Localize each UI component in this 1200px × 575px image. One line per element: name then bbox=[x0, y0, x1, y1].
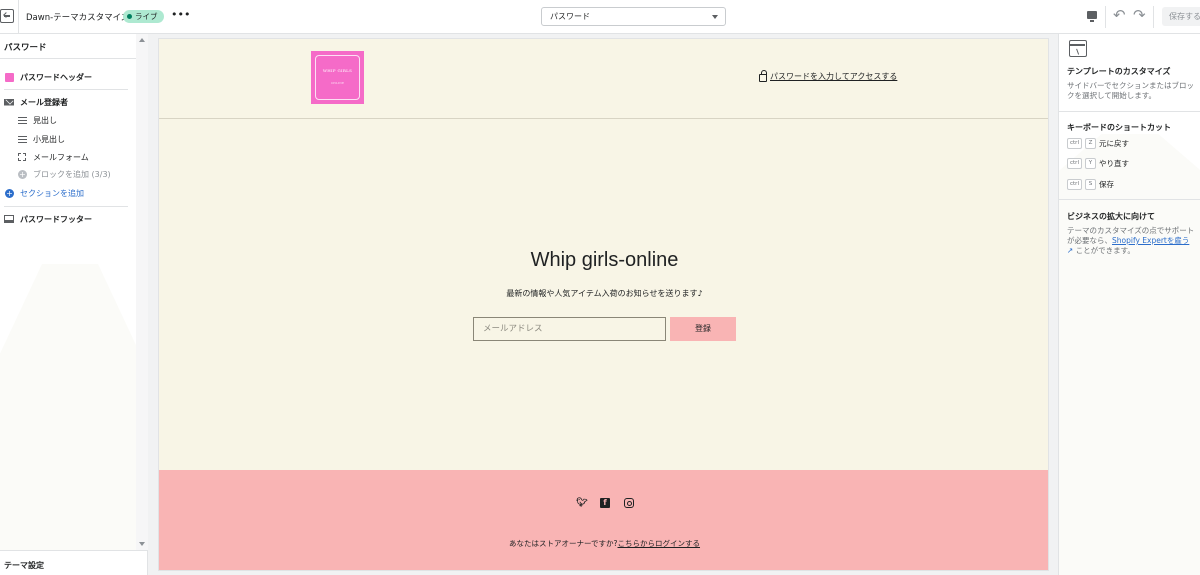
theme-settings-label: テーマ設定 bbox=[4, 561, 44, 570]
grow-desc-text: ことができます。 bbox=[1075, 246, 1135, 255]
password-footer: 🐦︎ f あなたはストアオーナーですか?こちらからログインする bbox=[159, 470, 1048, 570]
logo-text: WHIP GIRLS bbox=[322, 68, 353, 73]
facebook-icon[interactable]: f bbox=[600, 498, 610, 508]
status-badge-label: ライブ bbox=[135, 12, 158, 21]
email-input[interactable]: メールアドレス bbox=[473, 317, 666, 341]
shortcut-save: ctrl S 保存 bbox=[1067, 179, 1114, 190]
add-block-label: ブロックを追加 (3/3) bbox=[33, 169, 111, 179]
owner-login-line: あなたはストアオーナーですか?こちらからログインする bbox=[159, 538, 1048, 549]
top-bar: Dawn-テーマカスタマイズ ライブ ••• パスワード ↶ ↷ 保存する bbox=[0, 0, 1200, 34]
theme-settings-button[interactable]: テーマ設定 bbox=[0, 550, 147, 575]
sidebar-item-label: パスワードフッター bbox=[20, 214, 92, 224]
sidebar-item-label: 小見出し bbox=[33, 134, 65, 144]
sidebar-item-label: 見出し bbox=[33, 115, 57, 125]
text-lines-icon bbox=[18, 135, 27, 143]
sidebar-scrollbar[interactable] bbox=[136, 34, 148, 550]
divider bbox=[18, 0, 19, 34]
plus-circle-icon: + bbox=[5, 188, 14, 198]
desktop-preview-icon[interactable] bbox=[1087, 11, 1097, 22]
ctrl-key: ctrl bbox=[1067, 158, 1082, 169]
ctrl-key: ctrl bbox=[1067, 138, 1082, 149]
live-dot-icon bbox=[127, 14, 132, 19]
external-link-icon: ↗ bbox=[1067, 246, 1076, 255]
store-preview: WHIP GIRLS ONLINE パスワードを入力してアクセスする Whip … bbox=[158, 38, 1049, 571]
header-section-icon bbox=[5, 72, 14, 82]
owner-question: あなたはストアオーナーですか? bbox=[508, 539, 618, 548]
store-logo[interactable]: WHIP GIRLS ONLINE bbox=[311, 51, 364, 104]
shopify-expert-link[interactable]: Shopify Expertを雇う bbox=[1112, 236, 1189, 245]
divider bbox=[0, 58, 136, 59]
right-panel: テンプレートのカスタマイズ サイドバーでセクションまたはブロックを選択して開始し… bbox=[1058, 34, 1200, 575]
s-key: S bbox=[1084, 179, 1096, 190]
lock-icon bbox=[759, 70, 767, 82]
password-access-link[interactable]: パスワードを入力してアクセスする bbox=[759, 70, 898, 82]
template-select[interactable]: パスワード bbox=[541, 7, 726, 26]
sidebar-item-password-footer[interactable]: パスワードフッター bbox=[0, 212, 92, 226]
shortcut-label: やり直す bbox=[1098, 159, 1129, 168]
sidebar-item-label: メールフォーム bbox=[33, 152, 89, 162]
logo-frame bbox=[315, 55, 360, 100]
store-subtitle: 最新の情報や人気アイテム入荷のお知らせを送ります♪ bbox=[506, 289, 703, 298]
add-section-button[interactable]: + セクションを追加 bbox=[0, 186, 84, 200]
shortcut-undo: ctrl Z 元に戻す bbox=[1067, 138, 1129, 149]
z-key: Z bbox=[1084, 138, 1096, 149]
sidebar-item-label: パスワードヘッダー bbox=[20, 72, 92, 82]
owner-login-link[interactable]: こちらからログインする bbox=[618, 539, 701, 548]
panel-background-decoration bbox=[1059, 134, 1200, 575]
password-link-label: パスワードを入力してアクセスする bbox=[770, 72, 898, 81]
divider bbox=[1059, 199, 1200, 200]
twitter-icon[interactable]: 🐦︎ bbox=[576, 498, 587, 508]
grow-business-description: テーマのカスタマイズの点でサポートが必要なら、Shopify Expertを雇う… bbox=[1067, 226, 1195, 256]
divider bbox=[4, 206, 128, 207]
store-title: Whip girls-online bbox=[530, 249, 679, 271]
scroll-up-icon[interactable] bbox=[139, 38, 145, 42]
chevron-down-icon bbox=[712, 15, 718, 19]
sidebar-title: パスワード bbox=[4, 43, 47, 53]
plus-circle-icon: + bbox=[18, 169, 27, 179]
form-icon bbox=[18, 153, 26, 161]
social-links: 🐦︎ f bbox=[576, 498, 634, 508]
shortcut-redo: ctrl Y やり直す bbox=[1067, 158, 1129, 169]
divider bbox=[1059, 111, 1200, 112]
app-title: Dawn-テーマカスタマイズ bbox=[26, 13, 130, 23]
sidebar-background-decoration bbox=[0, 264, 140, 575]
sidebar: パスワード パスワードヘッダー メール登録者 見出し 小見出し メールフォーム … bbox=[0, 34, 148, 575]
sidebar-block-email-form[interactable]: メールフォーム bbox=[0, 150, 89, 164]
template-cursor-icon bbox=[1069, 40, 1087, 57]
redo-icon[interactable]: ↷ bbox=[1133, 8, 1146, 23]
sidebar-block-heading[interactable]: 見出し bbox=[0, 113, 57, 127]
more-actions-button[interactable]: ••• bbox=[171, 8, 190, 21]
status-badge: ライブ bbox=[123, 10, 164, 23]
ctrl-key: ctrl bbox=[1067, 179, 1082, 190]
divider bbox=[1105, 6, 1106, 28]
y-key: Y bbox=[1084, 158, 1096, 169]
add-section-label: セクションを追加 bbox=[20, 188, 84, 198]
header-divider bbox=[159, 118, 1048, 119]
exit-icon[interactable] bbox=[0, 9, 14, 23]
shortcut-label: 元に戻す bbox=[1098, 139, 1129, 148]
undo-icon[interactable]: ↶ bbox=[1113, 8, 1126, 23]
sidebar-item-email-signup[interactable]: メール登録者 bbox=[0, 95, 68, 109]
shortcuts-title: キーボードのショートカット bbox=[1067, 123, 1171, 132]
sidebar-item-label: メール登録者 bbox=[20, 97, 68, 107]
divider bbox=[1153, 6, 1154, 28]
save-button[interactable]: 保存する bbox=[1162, 7, 1200, 26]
divider bbox=[4, 89, 128, 90]
add-block-button[interactable]: + ブロックを追加 (3/3) bbox=[0, 167, 111, 181]
subscribe-button[interactable]: 登録 bbox=[670, 317, 736, 341]
text-lines-icon bbox=[18, 116, 27, 124]
footer-section-icon bbox=[4, 215, 14, 223]
sidebar-item-password-header[interactable]: パスワードヘッダー bbox=[0, 70, 92, 84]
shortcut-label: 保存 bbox=[1098, 180, 1114, 189]
mail-icon bbox=[4, 98, 14, 106]
template-select-value: パスワード bbox=[550, 12, 590, 21]
logo-subtext: ONLINE bbox=[330, 81, 345, 85]
instagram-icon[interactable] bbox=[624, 498, 634, 508]
scroll-down-icon[interactable] bbox=[139, 542, 145, 546]
template-description: サイドバーでセクションまたはブロックを選択して開始します。 bbox=[1067, 81, 1195, 100]
sidebar-block-subheading[interactable]: 小見出し bbox=[0, 132, 65, 146]
grow-business-title: ビジネスの拡大に向けて bbox=[1067, 212, 1155, 221]
template-title: テンプレートのカスタマイズ bbox=[1067, 67, 1171, 76]
